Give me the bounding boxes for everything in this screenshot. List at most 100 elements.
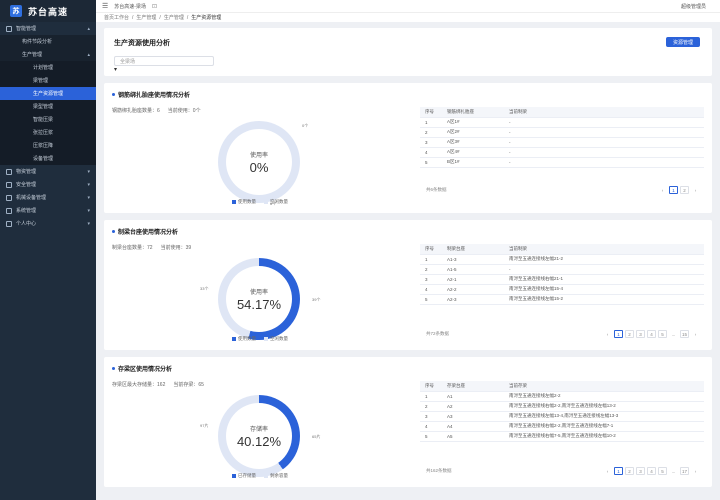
breadcrumb-item-2[interactable]: 生产管理	[136, 14, 156, 21]
sidebar-item-15[interactable]: 个人中心 ▾	[0, 217, 96, 230]
next-page-icon[interactable]: ›	[691, 467, 700, 475]
sidebar-item-12[interactable]: 安全管理 ▾	[0, 178, 96, 191]
project-name: 苏台高速-梁场	[114, 3, 146, 10]
user-name[interactable]: 超级管理员	[681, 3, 706, 10]
table-row[interactable]: 2 A1-5-	[420, 264, 704, 275]
table-row[interactable]: 1 A1 南浔至五通连接线左幅2-2	[420, 391, 704, 402]
sidebar-item-0[interactable]: 智能管理 ▴	[0, 22, 96, 35]
page-button[interactable]: 5	[657, 330, 667, 338]
pagination-pages: ‹ 1 2 3 4 5... 15 ›	[602, 330, 700, 338]
breadcrumb-item-3[interactable]: 生产管理	[164, 14, 184, 21]
resource-manage-button[interactable]: 资源管理	[666, 37, 700, 47]
legend-free[interactable]: 空闲数量	[264, 336, 288, 342]
table-row[interactable]: 3 A2-1 南浔至五通连接线右幅21-1	[420, 274, 704, 285]
sidebar-item-label: 梁型管理	[33, 104, 54, 110]
table-cell: 南浔至五通连接线右幅7-5,南浔至五通连接线左幅10-2	[504, 431, 704, 442]
table-row[interactable]: 2 A区2# -	[420, 127, 704, 138]
fullscreen-icon[interactable]: ⊡	[152, 3, 157, 10]
legend-used[interactable]: 使用数量	[232, 336, 256, 342]
page-button[interactable]: 2	[624, 330, 634, 338]
table-row[interactable]: 4 A2-2 南浔至五通连接线左幅15-4	[420, 284, 704, 295]
table-header: 序号	[420, 381, 442, 392]
donut-label: 使用率	[249, 152, 268, 159]
analysis-section-1: 制梁台座使用情况分析 制梁台座数量：72 当前使用：39 使用率 54.17% 39…	[104, 220, 712, 350]
table-cell: A2-1	[442, 274, 504, 285]
table-row[interactable]: 5 A2-3 南浔至五通连接线左幅15-2	[420, 294, 704, 305]
table-cell: 5	[420, 157, 442, 168]
page-button[interactable]: 5	[657, 467, 667, 475]
breadcrumb-item-1[interactable]: 首页工作台	[104, 14, 129, 21]
page-button[interactable]: 15	[679, 330, 689, 338]
menu-toggle-icon[interactable]: ☰	[102, 2, 108, 10]
table-cell: 南浔至五通连接线右幅2-2,南浔至五通连接线左幅13-2	[504, 401, 704, 412]
page-button[interactable]: 4	[646, 467, 656, 475]
stat-text: 当前存梁：65	[173, 382, 204, 388]
legend-free[interactable]: 空闲数量	[264, 199, 288, 205]
legend-used[interactable]: 使用数量	[232, 199, 256, 205]
chevron-down-icon: ▾	[87, 194, 90, 201]
table-row[interactable]: 4 A4 南浔至五通连接线右幅2-2,南浔至五通连接线左幅7-1	[420, 421, 704, 432]
table-row[interactable]: 3 A区3# -	[420, 137, 704, 148]
prev-page-icon[interactable]: ‹	[658, 186, 667, 194]
table-row[interactable]: 4 A区4# -	[420, 147, 704, 158]
table-cell: 1	[420, 254, 442, 265]
table-row[interactable]: 5 B区1# -	[420, 157, 704, 168]
sidebar-item-14[interactable]: 系统管理 ▾	[0, 204, 96, 217]
page-button[interactable]: 2	[624, 467, 634, 475]
prev-page-icon[interactable]: ‹	[602, 330, 612, 338]
sidebar-item-7[interactable]: 智能压梁	[0, 113, 96, 126]
next-page-icon[interactable]: ›	[691, 330, 700, 338]
page-button[interactable]: ...	[668, 467, 678, 475]
page-button[interactable]: 3	[635, 467, 645, 475]
table-row[interactable]: 3 A3 南浔至五通连接线左幅13-4,南浔至五通连接线左幅13-3	[420, 411, 704, 422]
main-content: 生产资源使用分析 全梁场 ▾ 资源管理 钢筋绑扎胎座使用情况分析 钢筋绑扎胎座数量…	[104, 28, 712, 494]
table-row[interactable]: 1 A1-3 南浔至五通连接线左幅21-2	[420, 254, 704, 265]
sidebar-item-4[interactable]: 梁管理	[0, 74, 96, 87]
page-button[interactable]: ...	[668, 330, 678, 338]
table-header: 制梁台座	[442, 244, 504, 255]
sidebar-item-8[interactable]: 张拉压浆	[0, 126, 96, 139]
page-button[interactable]: 3	[635, 330, 645, 338]
usage-donut-chart: 存储率 40.12%	[218, 395, 300, 477]
sidebar-item-11[interactable]: 物资管理 ▾	[0, 165, 96, 178]
donut-percent: 0%	[249, 159, 269, 175]
legend-used[interactable]: 已存储量	[232, 473, 256, 479]
stat-text: 制梁台座数量：72	[112, 245, 153, 251]
sidebar-item-5[interactable]: 生产资源管理	[0, 87, 96, 100]
page-button[interactable]: 1	[613, 467, 623, 475]
legend-free[interactable]: 剩余容量	[264, 473, 288, 479]
table-row[interactable]: 1 A区1# -	[420, 117, 704, 128]
section-stats: 钢筋绑扎胎座数量：6 当前使用：0个	[112, 107, 201, 114]
sidebar-item-1[interactable]: 构件节段分析	[0, 35, 96, 48]
yard-select[interactable]: 全梁场	[114, 56, 214, 66]
sidebar-item-2[interactable]: 生产管理 ▴	[0, 48, 96, 61]
sidebar-item-6[interactable]: 梁型管理	[0, 100, 96, 113]
table-cell: A2-3	[442, 294, 504, 305]
table-row[interactable]: 2 A2 南浔至五通连接线右幅2-2,南浔至五通连接线左幅13-2	[420, 401, 704, 412]
bullet-icon	[112, 367, 115, 370]
stat-text: 钢筋绑扎胎座数量：6	[112, 108, 160, 114]
page-button[interactable]: 1	[669, 186, 678, 194]
table-cell: 南浔至五通连接线左幅15-2	[504, 294, 704, 305]
yard-select-value: 全梁场	[120, 58, 136, 65]
prev-page-icon[interactable]: ‹	[602, 467, 612, 475]
stat-text: 当前使用：0个	[167, 108, 201, 114]
sidebar-item-9[interactable]: 压浆压降	[0, 139, 96, 152]
section-title: 存梁区使用情况分析	[112, 364, 172, 373]
legend-swatch-icon	[232, 199, 236, 204]
table-cell: A3	[442, 411, 504, 422]
page-button[interactable]: 4	[646, 330, 656, 338]
sidebar-item-10[interactable]: 设备管理	[0, 152, 96, 165]
sidebar-item-3[interactable]: 计划管理	[0, 61, 96, 74]
section-title-text: 钢筋绑扎胎座使用情况分析	[118, 93, 191, 99]
next-page-icon[interactable]: ›	[691, 186, 700, 194]
table-cell: 南浔至五通连接线右幅2-2,南浔至五通连接线左幅7-1	[504, 421, 704, 432]
page-button[interactable]: 17	[679, 467, 689, 475]
sidebar-item-13[interactable]: 机械设备管理 ▾	[0, 191, 96, 204]
table-cell: A2-2	[442, 284, 504, 295]
page-button[interactable]: 1	[613, 330, 623, 338]
table-row[interactable]: 5 A5 南浔至五通连接线右幅7-5,南浔至五通连接线左幅10-2	[420, 431, 704, 442]
donut-callout-free: 97片	[200, 423, 209, 428]
table-cell: -	[504, 127, 704, 138]
page-button[interactable]: 2	[680, 186, 689, 194]
